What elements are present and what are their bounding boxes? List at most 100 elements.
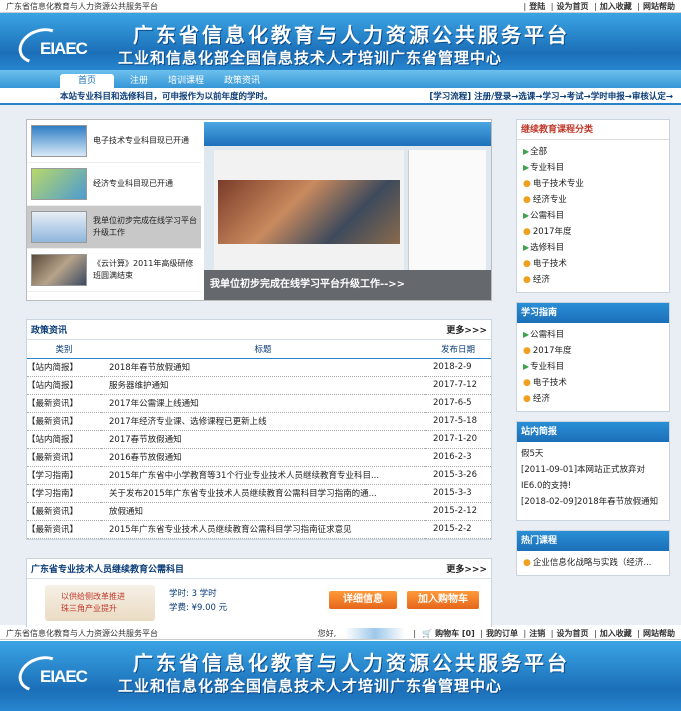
logout-link[interactable]: 注销 [529,629,545,638]
row-title-link[interactable]: 2017年经济专业课、选修课程已更新上线 [101,412,425,431]
slider-thumb[interactable]: 电子技术专业科目现已开通 [27,120,201,163]
cart-link[interactable]: 购物车 [0] [435,629,475,638]
list-item[interactable]: ▶公需科目 [523,327,663,343]
list-item[interactable]: ▶专业科目 [523,160,663,176]
list-item[interactable]: ▶专业科目 [523,359,663,375]
list-item[interactable]: ▶全部 [523,144,663,160]
help-link-2[interactable]: 网站帮助 [643,629,675,638]
course-hours: 学时: 3 学时 [169,588,217,599]
slider-thumb[interactable]: 《云计算》2011年高级研修班圆满结束 [27,249,201,292]
row-date: 2017-7-12 [425,376,491,395]
course-box: 广东省专业技术人员继续教育公需科目 更多>>> 以供给侧改革推进 珠三角产业提升… [26,557,492,628]
list-item[interactable]: ▶公需科目 [523,208,663,224]
row-title-link[interactable]: 2016春节放假通知 [101,448,425,467]
thumb-image [31,168,87,200]
col-date: 发布日期 [425,340,491,359]
add-to-cart-button[interactable]: 加入购物车 [407,590,479,609]
study-flow-link[interactable]: [学习流程] 注册/登录→选课→学习→考试→学时申报→审核认定→ [429,90,673,102]
row-title-link[interactable]: 2017春节放假通知 [101,430,425,449]
set-homepage-link-2[interactable]: 设为首页 [557,629,589,638]
meeting-photo [218,180,400,244]
row-category: 【站内简报】 [27,376,101,395]
hot-courses-title: 热门课程 [517,531,669,551]
table-row[interactable]: 【学习指南】 关于发布2015年广东省专业技术人员继续教育公需科目学习指南的通..… [27,484,491,503]
list-item[interactable]: ▶选修科目 [523,240,663,256]
add-favorite-link[interactable]: 加入收藏 [600,2,632,11]
notice-bar: 本站专业科目和选修科目，可申报作为以前年度的学时。 [学习流程] 注册/登录→选… [0,88,681,105]
list-item[interactable]: ● 企业信息化战略与实践（经济... [523,555,663,571]
row-title-link[interactable]: 2015年广东省中小学教育等31个行业专业技术人员继续教育专业科目... [101,466,425,485]
table-row[interactable]: 【最新资讯】 2017年公需课上线通知 2017-6-5 [27,394,491,413]
row-date: 2017-5-18 [425,412,491,431]
table-row[interactable]: 【站内简报】 2017春节放假通知 2017-1-20 [27,430,491,449]
table-row[interactable]: 【最新资讯】 2015年广东省专业技术人员继续教育公需科目学习指南征求意见 2015… [27,520,491,539]
row-title-link[interactable]: 2015年广东省专业技术人员继续教育公需科目学习指南征求意见 [101,520,425,539]
list-item[interactable]: ● 电子技术专业 [523,176,663,192]
row-date: 2015-3-26 [425,466,491,485]
row-category: 【最新资讯】 [27,412,101,431]
slider-thumb[interactable]: 我单位初步完成在线学习平台升级工作 [27,206,201,249]
policy-more-link[interactable]: 更多>>> [446,323,487,336]
row-date: 2016-2-3 [425,448,491,467]
tab-home[interactable]: 首页 [60,74,115,88]
set-homepage-link[interactable]: 设为首页 [557,2,589,11]
bullet-icon: ● [523,275,531,285]
my-orders-link[interactable]: 我的订单 [486,629,518,638]
course-item: 以供给侧改革推进 珠三角产业提升 学时: 3 学时 学费: ¥9.00 元 详细… [27,579,491,627]
table-row[interactable]: 【最新资讯】 2017年经济专业课、选修课程已更新上线 2017-5-18 [27,412,491,431]
help-link[interactable]: 网站帮助 [643,2,675,11]
course-more-link[interactable]: 更多>>> [446,562,487,575]
row-title-link[interactable]: 关于发布2015年广东省专业技术人员继续教育公需科目学习指南的通... [101,484,425,503]
list-item[interactable]: ● 经济专业 [523,192,663,208]
site-news-content: 假5天 [2011-09-01]本网站正式放弃对IE6.0的支持! [2018-02… [517,442,669,520]
slider-caption[interactable]: 我单位初步完成在线学习平台升级工作-->> [204,270,491,300]
row-date: 2015-2-2 [425,520,491,539]
table-row[interactable]: 【站内简报】 2018年春节放假通知 2018-2-9 [27,358,491,377]
row-date: 2018-2-9 [425,358,491,377]
row-title-link[interactable]: 放假通知 [101,502,425,521]
bullet-icon: ● [523,195,531,205]
row-title-link[interactable]: 2017年公需课上线通知 [101,394,425,413]
top-links-2: 您好, | 🛒 购物车 [0] | 我的订单 | 注销 | 设为首页 | 加入收藏 | 网站帮… [317,627,675,639]
table-row[interactable]: 【最新资讯】 2016春节放假通知 2016-2-3 [27,448,491,467]
guide-title: 学习指南 [517,303,669,323]
arrow-icon: ▶ [523,330,530,339]
banner-title-2: 广东省信息化教育与人力资源公共服务平台 [133,651,570,675]
slider-main-image[interactable]: 我单位初步完成在线学习平台升级工作-->> [204,122,491,300]
row-title-link[interactable]: 2018年春节放假通知 [101,358,425,377]
table-row[interactable]: 【站内简报】 服务器维护通知 2017-7-12 [27,376,491,395]
slider-thumb[interactable]: 经济专业科目现已开通 [27,163,201,206]
tab-courses[interactable]: 培训课程 [158,74,214,88]
list-item[interactable]: ● 电子技术 [523,375,663,391]
policy-table: 类别 标题 发布日期 【站内简报】 2018年春节放假通知 2018-2-9 【站内简… [27,340,491,539]
row-title-link[interactable]: 服务器维护通知 [101,376,425,395]
news-item[interactable]: [2011-09-01]本网站正式放弃对IE6.0的支持! [521,462,665,494]
list-item[interactable]: ● 2017年度 [523,224,663,240]
policy-news-box: 政策资讯 更多>>> 类别 标题 发布日期 【站内简报】 2018年春节放假通知 2… [26,319,492,540]
list-item[interactable]: ● 2017年度 [523,343,663,359]
bullet-icon: ● [523,394,531,404]
header-banner-2: EIAEC 广东省信息化教育与人力资源公共服务平台 工业和信息化部全国信息技术人… [0,641,681,711]
table-row[interactable]: 【最新资讯】 放假通知 2015-2-12 [27,502,491,521]
add-favorite-link-2[interactable]: 加入收藏 [600,629,632,638]
banner-subtitle-2: 工业和信息化部全国信息技术人才培训广东省管理中心 [118,677,503,695]
news-slider: 电子技术专业科目现已开通 经济专业科目现已开通 我单位初步完成在线学习平台升级工… [26,119,492,301]
bullet-icon: ● [523,346,531,356]
news-item[interactable]: [2018-02-09]2018年春节放假通知 [521,494,665,510]
eiaec-logo: EIAEC [13,22,128,70]
category-list: ▶全部 ▶专业科目 ● 电子技术专业 ● 经济专业 ▶公需科目 ● 2017年度 ▶选修科目 ● 电子… [517,140,669,292]
login-link[interactable]: 登陆 [529,2,545,11]
list-item[interactable]: ● 经济 [523,391,663,407]
left-column: 电子技术专业科目现已开通 经济专业科目现已开通 我单位初步完成在线学习平台升级工… [26,119,492,628]
row-date: 2017-6-5 [425,394,491,413]
cart-icon[interactable]: 🛒 [422,629,432,638]
tab-policy[interactable]: 政策资讯 [214,74,270,88]
list-item[interactable]: ● 电子技术 [523,256,663,272]
course-image[interactable]: 以供给侧改革推进 珠三角产业提升 [45,584,155,621]
tab-register[interactable]: 注册 [120,74,158,88]
list-item[interactable]: ● 经济 [523,272,663,288]
table-row[interactable]: 【学习指南】 2015年广东省中小学教育等31个行业专业技术人员继续教育专业科目.… [27,466,491,485]
row-category: 【最新资讯】 [27,394,101,413]
banner-subtitle: 工业和信息化部全国信息技术人才培训广东省管理中心 [118,49,503,67]
course-detail-button[interactable]: 详细信息 [329,590,397,609]
